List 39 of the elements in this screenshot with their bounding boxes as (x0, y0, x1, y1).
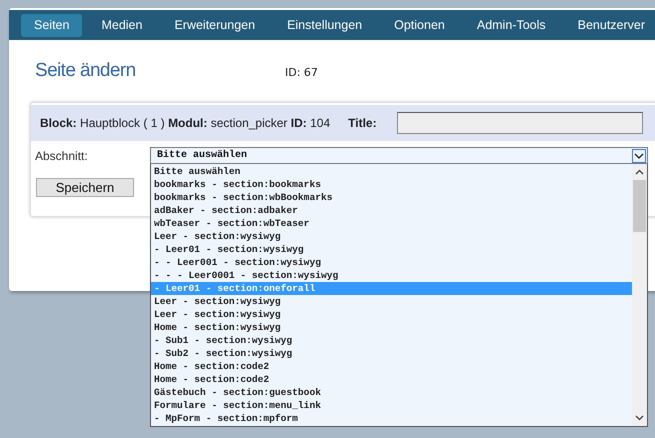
dropdown-option[interactable]: Formulare - section:menu_link (151, 399, 632, 412)
nav-tab[interactable]: Einstellungen (274, 14, 376, 36)
save-button[interactable]: Speichern (36, 178, 134, 197)
page-title: Seite ändern (35, 60, 137, 82)
dropdown-option[interactable]: wbTeaser - section:wbTeaser (151, 217, 632, 230)
nav-tab[interactable]: Medien (88, 14, 156, 36)
dropdown-option[interactable]: Gästebuch - section:guestbook (151, 386, 632, 399)
dropdown-option[interactable]: - - - Leer0001 - section:wysiwyg (151, 269, 632, 282)
dropdown-option[interactable]: Leer - section:wysiwyg (151, 295, 632, 308)
title-label: Title: (348, 116, 377, 130)
scroll-thumb[interactable] (633, 180, 646, 232)
nav-tab[interactable]: Optionen (381, 14, 458, 36)
dropdown-option[interactable]: - MpForm - section:mpform (151, 412, 632, 425)
nav-tab[interactable]: Admin-Tools (464, 14, 559, 36)
scroll-down-icon[interactable] (635, 415, 644, 421)
dropdown-option[interactable]: Leer - section:wysiwyg (151, 230, 632, 243)
scrollbar[interactable] (632, 164, 647, 426)
dropdown-option[interactable]: - Sub2 - section:wysiwyg (151, 347, 632, 360)
caret-icon (632, 148, 646, 162)
nav-tab[interactable]: Seiten (21, 14, 82, 36)
section-select[interactable]: Bitte auswählen (150, 147, 648, 164)
dropdown-option[interactable]: Leer - section:wysiwyg (151, 308, 632, 321)
scroll-up-icon[interactable] (635, 169, 644, 175)
title-field[interactable] (396, 112, 643, 134)
section-label: Abschnitt: (35, 148, 89, 163)
dropdown-option[interactable]: Home - section:wysiwyg (151, 321, 632, 334)
dropdown-option[interactable]: Home - section:code2 (151, 373, 632, 386)
dropdown-option[interactable]: Bitte auswählen (151, 165, 632, 178)
dropdown-option[interactable]: - - Leer001 - section:wysiwyg (151, 256, 632, 269)
page-id: ID: 67 (285, 66, 318, 79)
dropdown-option[interactable]: - Sub1 - section:wysiwyg (151, 334, 632, 347)
dropdown-option[interactable]: adBaker - section:adbaker (151, 204, 632, 217)
dropdown-option[interactable]: bookmarks - section:bookmarks (151, 178, 632, 191)
block-info: Block: Hauptblock ( 1 ) Modul: section_picker ID: 104 (40, 116, 330, 130)
nav-tab[interactable]: Benutzerver (564, 14, 655, 36)
nav-tab[interactable]: Erweiterungen (161, 14, 268, 36)
dropdown-option[interactable]: - Leer01 - section:wysiwyg (151, 243, 632, 256)
dropdown-option[interactable]: bookmarks - section:wbBookmarks (151, 191, 632, 204)
dropdown-option[interactable]: Home - section:code2 (151, 360, 632, 373)
